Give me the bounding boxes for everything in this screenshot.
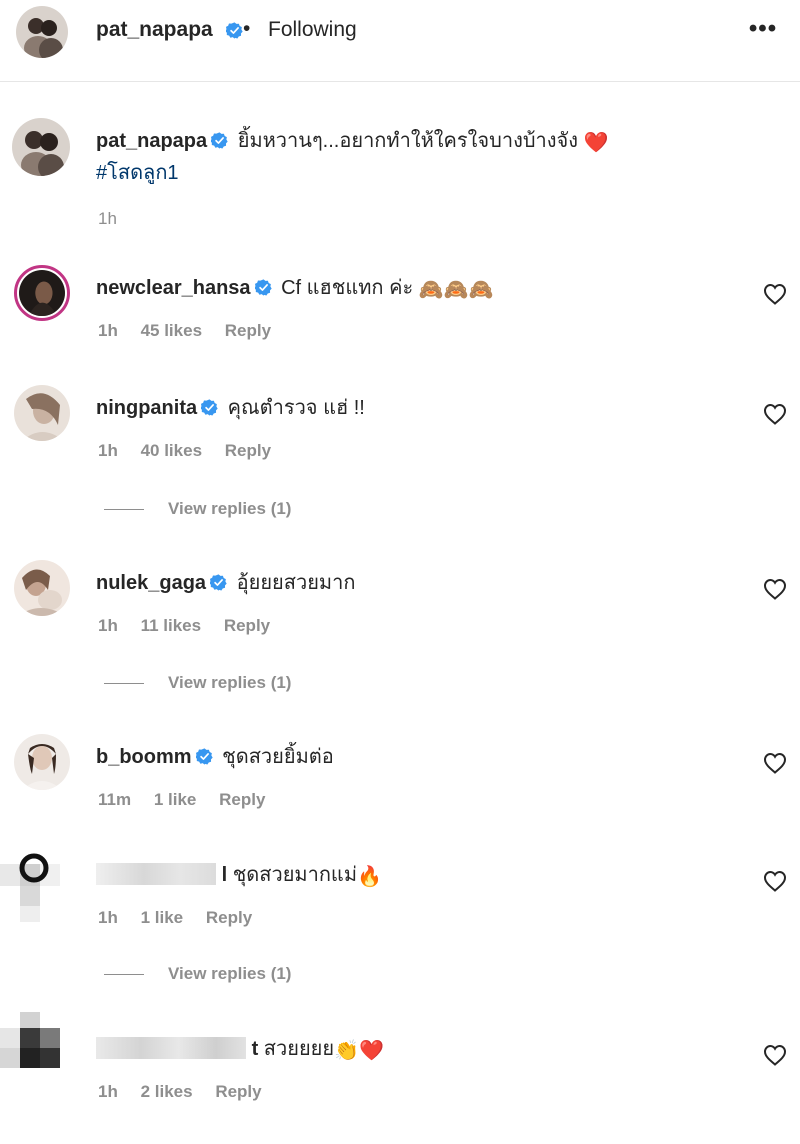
reply-button[interactable]: Reply xyxy=(219,790,265,809)
view-replies-button[interactable]: View replies (1) xyxy=(104,673,291,697)
comment-time[interactable]: 1h xyxy=(98,908,118,927)
profile-avatar[interactable] xyxy=(16,6,68,58)
comment-text: newclear_hansa Cf แฮชแทก ค่ะ 🙈🙈🙈 xyxy=(96,274,736,304)
comment-item: ningpanita คุณตำรวจ แฮ่ !! 1h 40 likes R… xyxy=(0,385,800,495)
verified-badge-icon xyxy=(255,279,272,296)
comment-text: ningpanita คุณตำรวจ แฮ่ !! xyxy=(96,394,736,422)
view-replies-button[interactable]: View replies (1) xyxy=(104,499,291,523)
like-heart-icon[interactable] xyxy=(763,752,787,774)
like-heart-icon[interactable] xyxy=(763,870,787,892)
divider-line xyxy=(104,509,144,511)
comment-item: newclear_hansa Cf แฮชแทก ค่ะ 🙈🙈🙈 1h 45 l… xyxy=(0,265,800,375)
comment-username[interactable]: nulek_gaga xyxy=(96,572,206,594)
comment-body: ชุดสวยยิ้มต่อ xyxy=(222,746,334,768)
clap-heart-emoji: 👏❤️ xyxy=(334,1040,384,1062)
comment-time[interactable]: 1h xyxy=(98,616,118,635)
verified-badge-icon xyxy=(226,22,243,39)
verified-badge-icon xyxy=(201,399,218,416)
comment-item: nulek_gaga อุ้ยยยสวยมาก 1h 11 likes Repl… xyxy=(0,560,800,670)
comment-item: l ชุดสวยมากแม่🔥 1h 1 like Reply xyxy=(0,852,800,962)
view-replies-label: View replies (1) xyxy=(168,673,292,692)
reply-button[interactable]: Reply xyxy=(225,321,271,340)
comment-body: Cf แฮชแทก ค่ะ xyxy=(281,277,414,299)
comment-body: สวยยยย xyxy=(263,1038,335,1060)
comment-text: t สวยยยย👏❤️ xyxy=(96,1035,736,1065)
comment-meta: 1h 1 like Reply xyxy=(98,908,270,928)
reply-button[interactable]: Reply xyxy=(206,908,252,927)
like-heart-icon[interactable] xyxy=(763,578,787,600)
heart-emoji: ❤️ xyxy=(583,132,609,154)
blurred-username xyxy=(96,863,216,885)
comment-username[interactable]: ningpanita xyxy=(96,397,197,419)
fire-emoji: 🔥 xyxy=(357,866,382,888)
comment-body: ชุดสวยมากแม่ xyxy=(232,864,358,886)
caption-hashtag[interactable]: #โสดลูก1 xyxy=(96,162,179,184)
comment-time[interactable]: 1h xyxy=(98,441,118,460)
separator-dot: • xyxy=(243,17,251,40)
comment-meta: 1h 45 likes Reply xyxy=(98,321,289,341)
comment-avatar[interactable] xyxy=(14,265,70,321)
pixelated-avatar[interactable] xyxy=(0,852,80,922)
reply-button[interactable]: Reply xyxy=(225,441,271,460)
reply-button[interactable]: Reply xyxy=(224,616,270,635)
comment-meta: 1h 2 likes Reply xyxy=(98,1082,280,1102)
comment-likes[interactable]: 2 likes xyxy=(141,1082,193,1101)
caption-text: pat_napapa ยิ้มหวานๆ...อยากทำให้ใครใจบาง… xyxy=(96,126,716,188)
comment-likes[interactable]: 40 likes xyxy=(141,441,202,460)
divider-line xyxy=(104,683,144,685)
comment-username[interactable]: b_boomm xyxy=(96,746,192,768)
header-username[interactable]: pat_napapa xyxy=(96,18,213,42)
verified-badge-icon xyxy=(196,748,213,765)
monkey-emoji: 🙈🙈🙈 xyxy=(418,279,494,301)
comment-time[interactable]: 11m xyxy=(98,790,131,809)
comment-meta: 1h 11 likes Reply xyxy=(98,616,288,636)
comment-username[interactable]: t xyxy=(252,1038,259,1060)
post-header: pat_napapa • Following ••• xyxy=(0,0,800,82)
comment-text: l ชุดสวยมากแม่🔥 xyxy=(96,861,736,891)
comment-avatar[interactable] xyxy=(14,560,70,616)
comment-likes[interactable]: 11 likes xyxy=(141,616,202,635)
like-heart-icon[interactable] xyxy=(763,1044,787,1066)
comment-username[interactable]: l xyxy=(222,864,228,886)
comment-time[interactable]: 1h xyxy=(98,321,118,340)
verified-badge-icon xyxy=(211,132,228,149)
view-replies-label: View replies (1) xyxy=(168,964,292,983)
divider-line xyxy=(104,974,144,976)
more-options-icon[interactable]: ••• xyxy=(748,17,778,48)
comment-item: b_boomm ชุดสวยยิ้มต่อ 11m 1 like Reply xyxy=(0,734,800,844)
blurred-username xyxy=(96,1037,246,1059)
comment-avatar[interactable] xyxy=(14,734,70,790)
caption-time[interactable]: 1h xyxy=(98,209,117,229)
reply-button[interactable]: Reply xyxy=(215,1082,261,1101)
comment-meta: 1h 40 likes Reply xyxy=(98,441,289,461)
like-heart-icon[interactable] xyxy=(763,403,787,425)
view-replies-label: View replies (1) xyxy=(168,499,292,518)
caption-avatar[interactable] xyxy=(12,118,70,176)
comment-text: b_boomm ชุดสวยยิ้มต่อ xyxy=(96,743,736,771)
comment-likes[interactable]: 45 likes xyxy=(141,321,202,340)
comment-likes[interactable]: 1 like xyxy=(154,790,197,809)
comment-body: อุ้ยยยสวยมาก xyxy=(236,572,356,594)
comment-meta: 11m 1 like Reply xyxy=(98,790,283,810)
following-button[interactable]: Following xyxy=(268,18,357,42)
caption-body: ยิ้มหวานๆ...อยากทำให้ใครใจบางบ้างจัง xyxy=(237,130,579,152)
comment-username[interactable]: newclear_hansa xyxy=(96,277,251,299)
like-heart-icon[interactable] xyxy=(763,283,787,305)
comment-body: คุณตำรวจ แฮ่ !! xyxy=(227,397,365,419)
comment-item: t สวยยยย👏❤️ 1h 2 likes Reply xyxy=(0,1012,800,1136)
comment-avatar[interactable] xyxy=(14,385,70,441)
caption-username[interactable]: pat_napapa xyxy=(96,130,207,152)
comment-text: nulek_gaga อุ้ยยยสวยมาก xyxy=(96,569,736,597)
pixelated-avatar[interactable] xyxy=(0,1012,80,1088)
verified-badge-icon xyxy=(210,574,227,591)
view-replies-button[interactable]: View replies (1) xyxy=(104,964,291,988)
comment-likes[interactable]: 1 like xyxy=(141,908,184,927)
comment-time[interactable]: 1h xyxy=(98,1082,118,1101)
